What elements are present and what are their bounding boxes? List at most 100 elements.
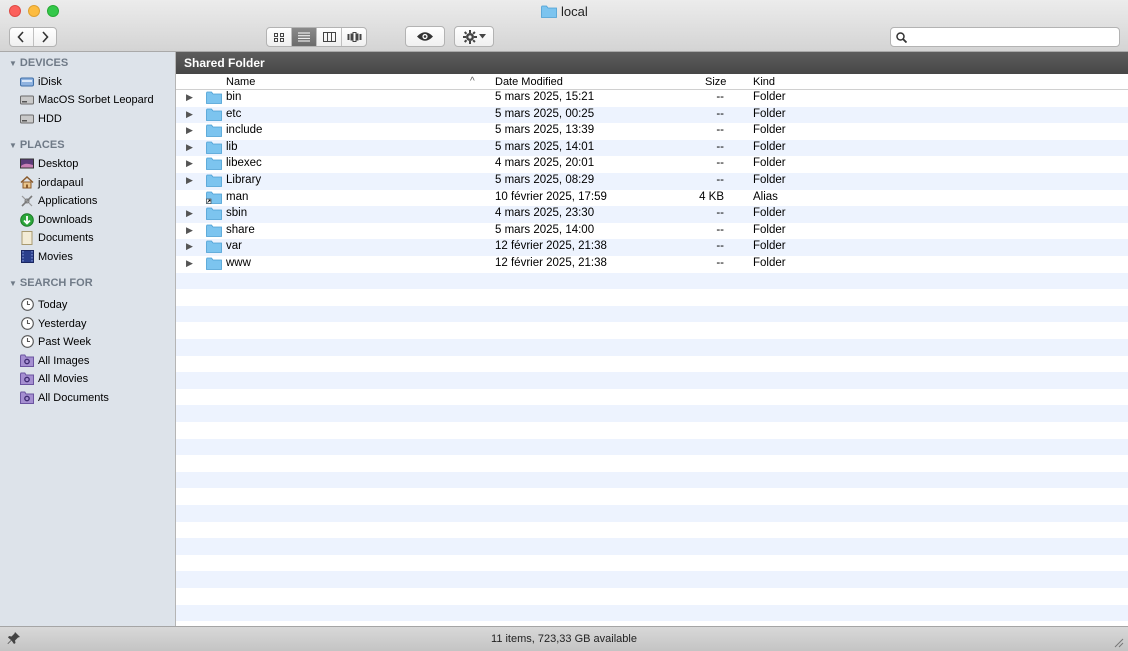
empty-row (176, 505, 1128, 522)
sidebar-section-places[interactable]: ▼ PLACES (9, 138, 65, 152)
column-header-bar: Name ^ Date Modified Size Kind (176, 74, 1128, 90)
sidebar-item-idisk[interactable]: iDisk (20, 73, 62, 90)
file-kind: Folder (753, 157, 786, 170)
sidebar-section-title: SEARCH FOR (19, 277, 93, 289)
file-kind: Folder (753, 107, 786, 120)
applications-icon (21, 194, 33, 207)
file-date-modified: 4 mars 2025, 23:30 (495, 207, 595, 220)
disclosure-triangle-icon[interactable]: ▶ (186, 225, 193, 236)
file-name: Library (226, 174, 262, 186)
search-icon (896, 31, 907, 43)
path-title: Shared Folder (184, 56, 265, 70)
disclosure-triangle-icon[interactable]: ▶ (186, 241, 193, 252)
folder-icon (206, 124, 222, 138)
sidebar-item-label: All Images (38, 354, 90, 367)
sidebar-item-yesterday[interactable]: Yesterday (20, 315, 87, 332)
column-header-name[interactable]: Name (226, 76, 255, 88)
sidebar-section-search-for[interactable]: ▼ SEARCH FOR (9, 276, 93, 290)
file-size: -- (716, 107, 724, 120)
file-name: www (226, 257, 251, 269)
sidebar-item-today[interactable]: Today (20, 296, 67, 313)
resize-handle-icon[interactable] (1112, 636, 1124, 648)
file-row[interactable]: ▶ libexec 4 mars 2025, 20:01 -- Folder (176, 156, 1128, 173)
disclosure-triangle-icon: ▼ (9, 278, 17, 288)
disclosure-triangle-icon[interactable]: ▶ (186, 142, 193, 153)
sidebar-item-documents[interactable]: Documents (20, 229, 94, 246)
close-window-button[interactable] (9, 5, 21, 17)
sidebar-item-jordapaul[interactable]: jordapaul (20, 174, 83, 191)
sidebar-item-movies[interactable]: Movies (20, 248, 73, 265)
empty-row (176, 571, 1128, 588)
file-row[interactable]: ▶ Library 5 mars 2025, 08:29 -- Folder (176, 173, 1128, 190)
disclosure-triangle-icon: ▼ (9, 58, 17, 68)
disclosure-triangle-icon[interactable]: ▶ (186, 158, 193, 169)
idisk-icon (20, 77, 34, 86)
disclosure-triangle-icon[interactable]: ▶ (186, 258, 193, 269)
sidebar-item-desktop[interactable]: Desktop (20, 155, 78, 172)
sidebar-item-label: HDD (38, 112, 62, 125)
folder-icon (206, 224, 222, 237)
file-row[interactable]: ▶ include 5 mars 2025, 13:39 -- Folder (176, 123, 1128, 140)
clock-icon (20, 298, 34, 311)
file-row[interactable]: ▶ etc 5 mars 2025, 00:25 -- Folder (176, 106, 1128, 124)
search-input[interactable] (911, 29, 1119, 45)
disclosure-triangle-icon[interactable]: ▶ (186, 92, 193, 103)
smart-folder-icon (20, 391, 34, 404)
sidebar-item-macos-sorbet-leopard[interactable]: MacOS Sorbet Leopard (20, 91, 154, 108)
back-button[interactable] (10, 28, 33, 46)
sidebar-item-label: iDisk (38, 75, 62, 88)
file-row[interactable]: ▶ www 12 février 2025, 21:38 -- Folder (176, 256, 1128, 273)
clock-icon (20, 335, 34, 348)
icon-view-button[interactable] (267, 28, 292, 46)
disclosure-triangle-icon[interactable]: ▶ (186, 175, 193, 186)
file-row[interactable]: ▶ lib 5 mars 2025, 14:01 -- Folder (176, 139, 1128, 157)
minimize-window-button[interactable] (28, 5, 40, 17)
list-icon (298, 32, 310, 42)
sidebar-item-all-documents[interactable]: All Documents (20, 389, 109, 406)
forward-button[interactable] (34, 28, 57, 46)
status-bar: 11 items, 723,33 GB available (0, 626, 1128, 651)
zoom-window-button[interactable] (47, 5, 59, 17)
sidebar-item-label: Downloads (38, 213, 93, 226)
sidebar-item-label: Movies (38, 250, 73, 263)
eye-icon (417, 32, 433, 41)
search-field[interactable] (890, 27, 1120, 47)
file-kind: Folder (753, 91, 786, 103)
disclosure-triangle-icon[interactable]: ▶ (186, 109, 193, 120)
folder-icon (206, 91, 222, 104)
empty-row (176, 405, 1128, 422)
sidebar-item-past-week[interactable]: Past Week (20, 333, 91, 350)
empty-row (176, 604, 1128, 622)
sidebar-item-all-images[interactable]: All Images (20, 352, 89, 369)
column-view-button[interactable] (317, 28, 342, 46)
file-size: -- (716, 124, 724, 137)
file-date-modified: 5 mars 2025, 15:21 (495, 91, 595, 103)
file-row[interactable]: ▶ var 12 février 2025, 21:38 -- Folder (176, 239, 1128, 256)
disclosure-triangle-icon[interactable]: ▶ (186, 208, 193, 219)
folder-icon (206, 257, 222, 270)
column-header-kind[interactable]: Kind (753, 76, 775, 88)
action-menu-button[interactable] (454, 26, 494, 47)
file-row[interactable]: man 10 février 2025, 17:59 4 KB Alias (176, 190, 1128, 207)
cover-flow-button[interactable] (342, 28, 366, 46)
file-row[interactable]: ▶ bin 5 mars 2025, 15:21 -- Folder (176, 90, 1128, 107)
sidebar-item-downloads[interactable]: Downloads (20, 211, 92, 228)
harddrive-icon (20, 95, 34, 104)
downloads-icon (20, 212, 34, 227)
folder-icon (541, 5, 557, 18)
sidebar-item-all-movies[interactable]: All Movies (20, 370, 88, 387)
quick-look-button[interactable] (405, 26, 445, 47)
disclosure-triangle-icon[interactable]: ▶ (186, 125, 193, 136)
sidebar-item-hdd[interactable]: HDD (20, 110, 62, 127)
sidebar-item-applications[interactable]: Applications (20, 192, 97, 209)
list-view-button[interactable] (292, 28, 317, 46)
folder-icon (206, 207, 222, 221)
file-date-modified: 12 février 2025, 21:38 (495, 240, 607, 253)
file-name: var (226, 240, 242, 253)
column-header-date-modified[interactable]: Date Modified (495, 76, 563, 88)
sidebar-section-devices[interactable]: ▼ DEVICES (9, 56, 68, 70)
column-header-size[interactable]: Size (705, 76, 726, 88)
file-row[interactable]: ▶ sbin 4 mars 2025, 23:30 -- Folder (176, 206, 1128, 223)
sidebar-section-title: PLACES (19, 139, 65, 151)
file-row[interactable]: ▶ share 5 mars 2025, 14:00 -- Folder (176, 223, 1128, 240)
